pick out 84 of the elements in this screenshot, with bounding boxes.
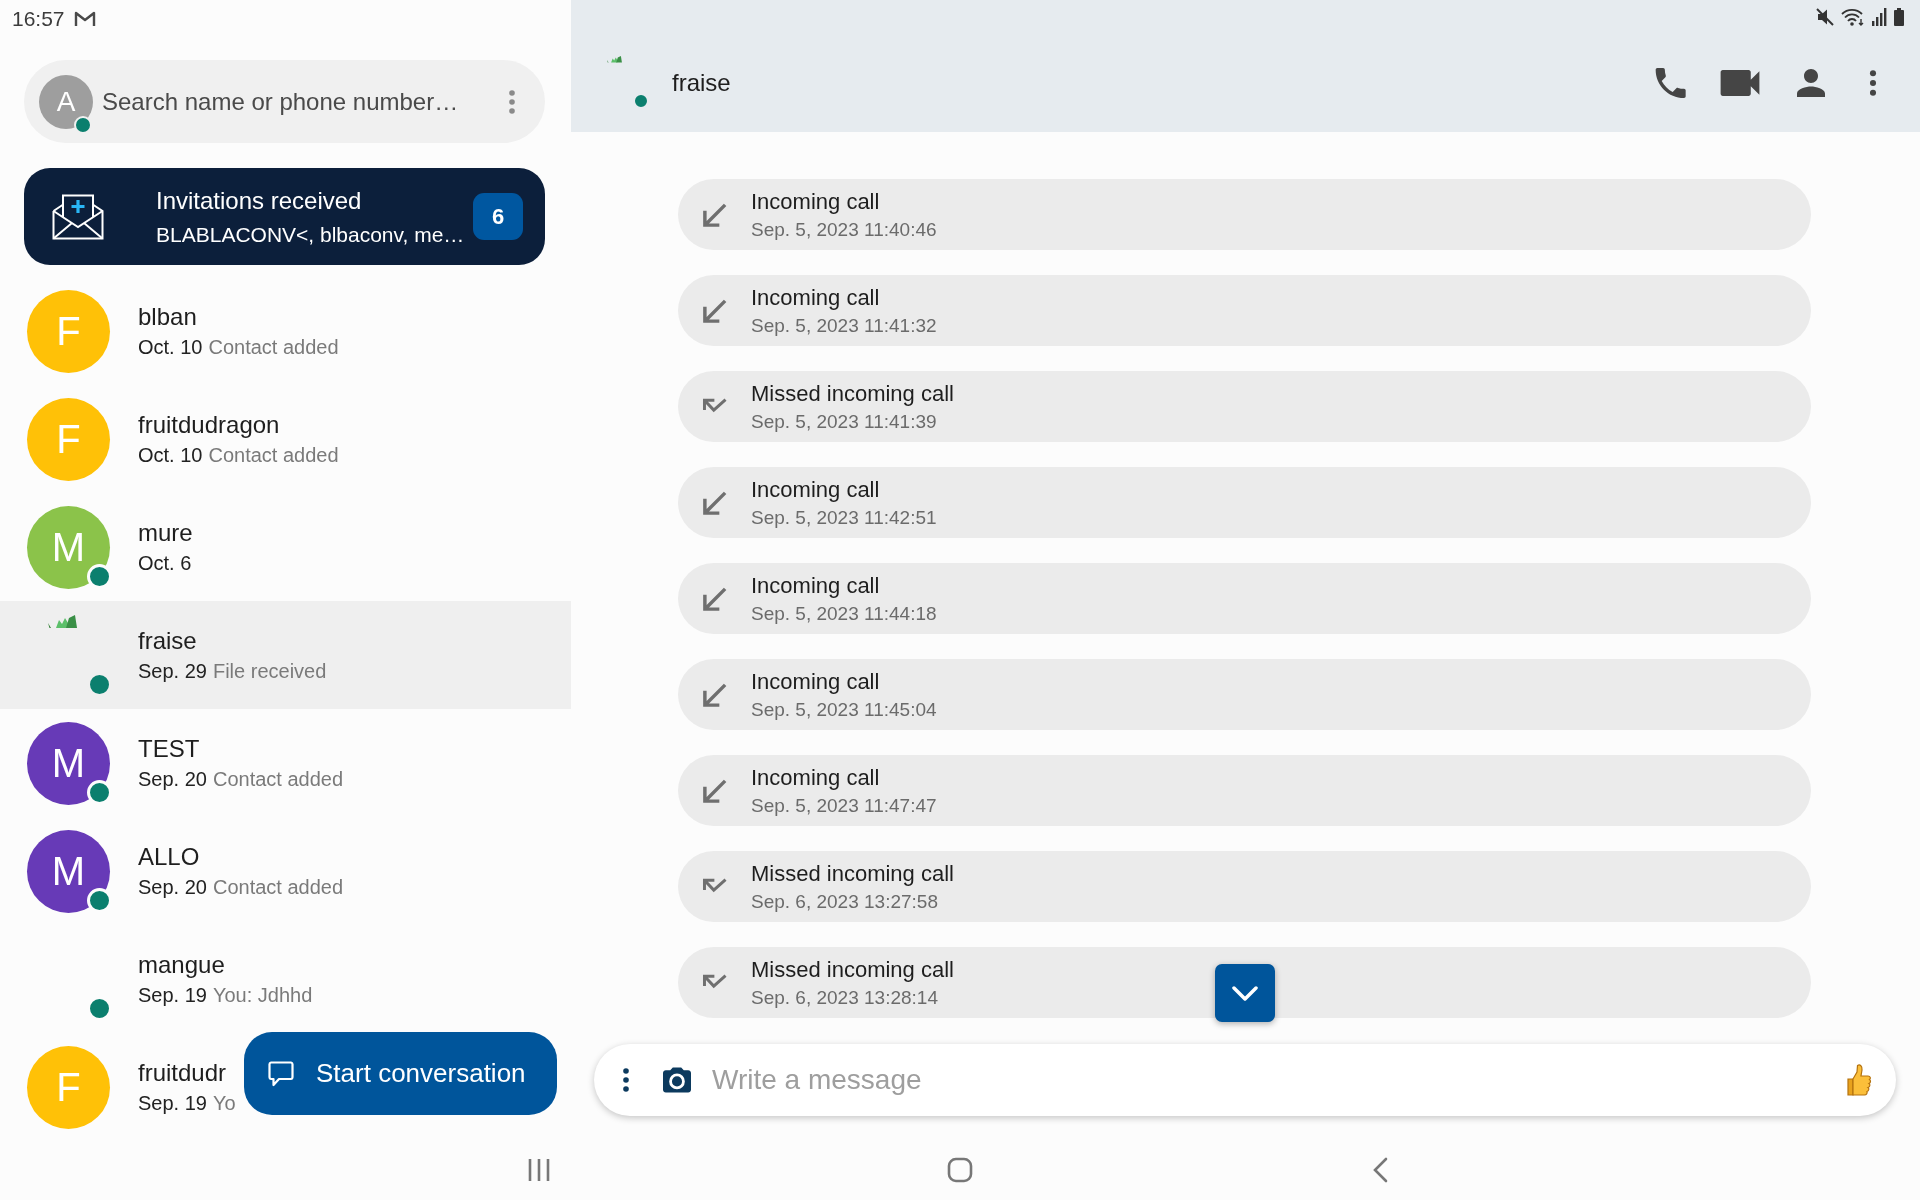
call-title: Missed incoming call xyxy=(751,380,954,407)
contact-name: fraise xyxy=(672,69,731,97)
call-timestamp: Sep. 5, 2023 11:41:39 xyxy=(751,410,937,433)
signal-icon xyxy=(1872,8,1887,26)
scroll-down-button[interactable] xyxy=(1215,964,1275,1022)
call-timestamp: Sep. 6, 2023 13:28:14 xyxy=(751,986,938,1009)
invitations-title: Invitations received xyxy=(156,186,362,215)
contact-avatar: M xyxy=(27,721,110,805)
call-title: Missed incoming call xyxy=(751,860,954,887)
leaves-icon xyxy=(607,55,625,63)
incoming-call-icon xyxy=(702,297,728,324)
conversation-date: Sep. 20 xyxy=(138,768,207,791)
message-preview: Contact added xyxy=(212,876,344,899)
call-timestamp: Sep. 5, 2023 11:47:47 xyxy=(751,794,937,817)
call-title: Incoming call xyxy=(751,284,880,311)
start-conversation-button[interactable]: Start conversation xyxy=(244,1032,557,1115)
incoming-call-icon xyxy=(702,201,728,228)
contact-name: fruitdudr xyxy=(138,1059,227,1087)
count-badge: 6 xyxy=(473,193,523,240)
message-bar[interactable]: Write a message xyxy=(594,1044,1896,1116)
conversation-date: Sep. 29 xyxy=(138,660,207,683)
call-title: Incoming call xyxy=(751,668,880,695)
call-timestamp: Sep. 5, 2023 11:40:46 xyxy=(751,218,937,241)
incoming-call-icon xyxy=(702,489,728,516)
contact-name: fraise xyxy=(138,627,197,655)
conversation-item[interactable]: M mure Oct. 6 xyxy=(0,493,193,601)
incoming-call-icon xyxy=(702,585,728,612)
wifi-icon xyxy=(1841,8,1865,26)
conversation-date: Sep. 20 xyxy=(138,876,207,899)
conversation-date: Oct. 6 xyxy=(138,552,192,575)
call-title: Incoming call xyxy=(751,572,880,599)
contact-avatar: M xyxy=(27,829,110,913)
mute-icon xyxy=(1816,8,1834,26)
contact-avatar: F xyxy=(27,289,110,373)
contact-avatar: F xyxy=(27,397,110,481)
incoming-call-icon xyxy=(702,777,728,804)
contact-name: fruitdudragon xyxy=(138,411,280,439)
conversation-item[interactable]: F fruitdudragon Oct. 10 Contact added xyxy=(0,385,339,493)
conversation-date: Oct. 10 xyxy=(138,336,203,359)
call-timestamp: Sep. 5, 2023 11:41:32 xyxy=(751,314,937,337)
contact-name: mangue xyxy=(138,951,225,979)
conversation-item[interactable]: M TEST Sep. 20 Contact added xyxy=(0,709,344,817)
search-field[interactable]: Search name or phone number… xyxy=(102,85,500,118)
contact-name: mure xyxy=(138,519,193,547)
conversation-date: Sep. 19 xyxy=(138,1092,207,1115)
battery-icon xyxy=(1894,8,1904,26)
conversation-item[interactable]: M ALLO Sep. 20 Contact added xyxy=(0,817,344,925)
call-timestamp: Sep. 5, 2023 11:45:04 xyxy=(751,698,937,721)
call-title: Incoming call xyxy=(751,764,880,791)
chevron-down-icon xyxy=(1232,985,1258,1001)
conversation-item[interactable]: F fruitdudr Sep. 19 Yo xyxy=(0,1033,236,1140)
mail-icon xyxy=(73,11,96,27)
message-preview: Contact added xyxy=(208,336,339,359)
contact-name: TEST xyxy=(138,735,200,763)
envelope-icon xyxy=(52,193,104,240)
invitations-card[interactable]: Invitations received BLABLACONV<, blbaconv, me… 6 xyxy=(24,168,545,265)
call-title: Missed incoming call xyxy=(751,956,954,983)
thumbs-up-icon[interactable] xyxy=(1845,1063,1872,1097)
conversation-item[interactable]: F blban Oct. 10 Contact added xyxy=(0,277,339,385)
status-time: 16:57 xyxy=(12,7,65,31)
incoming-call-icon xyxy=(702,681,728,708)
more-options-icon[interactable] xyxy=(623,1068,629,1092)
message-preview: Contact added xyxy=(212,768,344,791)
message-preview: File received xyxy=(212,660,327,683)
message-field[interactable]: Write a message xyxy=(712,1062,1825,1098)
contact-name: blban xyxy=(138,303,197,331)
conversation-item[interactable]: mangue Sep. 19 You: Jdhhd xyxy=(0,925,313,1033)
message-preview: You: Jdhhd xyxy=(212,984,313,1007)
call-timestamp: Sep. 5, 2023 11:42:51 xyxy=(751,506,937,529)
message-preview: Yo xyxy=(212,1092,236,1115)
contact-avatar: F xyxy=(27,1045,110,1129)
conversation-date: Sep. 19 xyxy=(138,984,207,1007)
call-timestamp: Sep. 6, 2023 13:27:58 xyxy=(751,890,938,913)
call-title: Incoming call xyxy=(751,188,880,215)
call-title: Incoming call xyxy=(751,476,880,503)
call-timestamp: Sep. 5, 2023 11:44:18 xyxy=(751,602,937,625)
conversation-item[interactable]: fraise Sep. 29 File received xyxy=(0,601,571,709)
conversation-date: Oct. 10 xyxy=(138,444,203,467)
message-preview: Contact added xyxy=(208,444,339,467)
contact-avatar: M xyxy=(27,505,110,589)
chat-bubble-icon xyxy=(268,1060,294,1087)
invitations-senders: BLABLACONV<, blbaconv, me… xyxy=(156,222,465,247)
contact-name: ALLO xyxy=(138,843,200,871)
camera-icon[interactable] xyxy=(663,1067,691,1093)
